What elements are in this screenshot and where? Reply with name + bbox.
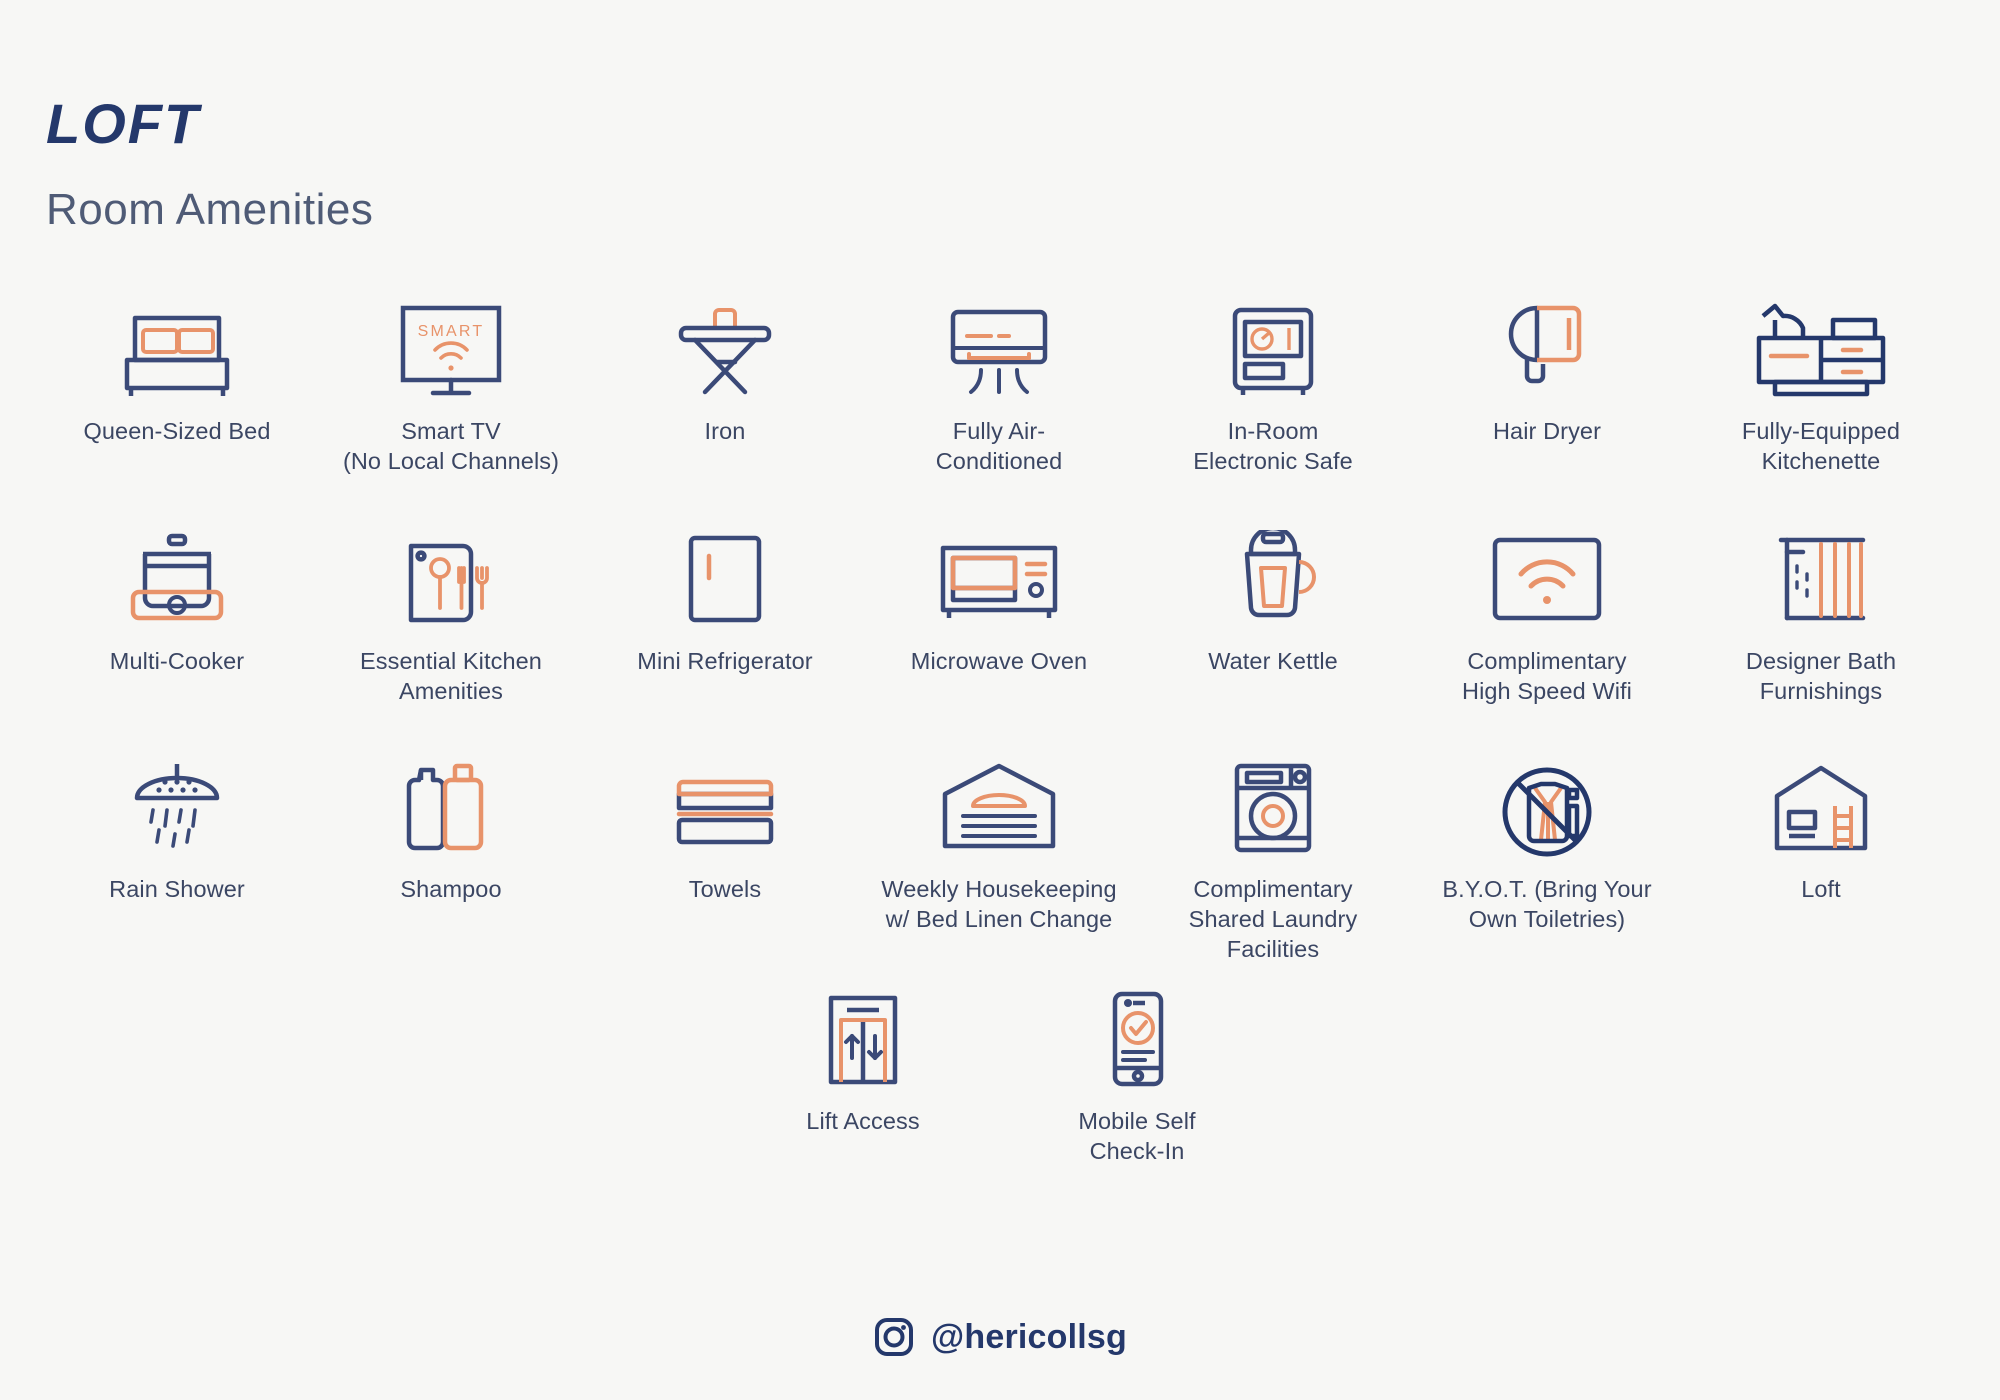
amenity-label: Microwave Oven [910,648,1088,674]
amenity-item: In-Room Electronic Safe [1136,296,1410,526]
page-subtitle: Room Amenities [46,185,374,234]
page-header: LOFT Room Amenities [46,96,373,232]
multi-cooker-icon [111,526,243,630]
bed-icon [111,296,243,400]
amenity-item: Water Kettle [1136,526,1410,754]
no-toiletries-icon [1481,754,1613,858]
lift-icon [797,986,929,1090]
shower-curtain-icon [1755,526,1887,630]
amenities-row-3: Rain Shower Shampoo Towels Weekly Housek… [40,754,1960,986]
amenity-item: Hair Dryer [1410,296,1684,526]
cutlery-board-icon [385,526,517,630]
amenity-label: Iron [704,418,746,444]
amenities-page: LOFT Room Amenities Queen-Sized Bed SMAR… [0,0,2000,1400]
safe-icon [1207,296,1339,400]
amenity-label: Towels [688,876,762,902]
amenities-row-2: Multi-Cooker Essential Kitchen Amenities… [40,526,1960,754]
amenity-label: Weekly Housekeeping w/ Bed Linen Change [881,876,1117,933]
amenity-label: Designer Bath Furnishings [1745,648,1897,705]
page-title: LOFT [46,92,201,155]
amenity-item: Lift Access [726,986,1000,1196]
mobile-checkin-icon [1071,986,1203,1090]
amenities-row-4: Lift Access Mobile Self Check-In [40,986,1960,1196]
amenity-label: Hair Dryer [1492,418,1602,444]
amenity-label: Multi-Cooker [109,648,245,674]
amenity-item: Rain Shower [40,754,314,986]
smart-tv-icon: SMART [385,296,517,400]
amenities-row-1: Queen-Sized Bed SMART Smart TV (No Local… [40,296,1960,526]
towels-icon [659,754,791,858]
amenity-item: B.Y.O.T. (Bring Your Own Toiletries) [1410,754,1684,986]
amenity-label: Fully Air- Conditioned [935,418,1063,475]
microwave-icon [929,526,1069,630]
amenity-label: Mobile Self Check-In [1078,1108,1196,1165]
amenity-item: Multi-Cooker [40,526,314,754]
instagram-handle[interactable]: @hericollsg [931,1318,1127,1357]
loft-house-icon [1755,754,1887,858]
amenity-item: Loft [1684,754,1958,986]
amenity-label: Fully-Equipped Kitchenette [1741,418,1901,475]
mini-fridge-icon [659,526,791,630]
amenity-label: Loft [1801,876,1841,902]
amenity-item: Microwave Oven [862,526,1136,754]
amenity-label: Smart TV (No Local Channels) [342,418,560,475]
amenity-item: Mini Refrigerator [588,526,862,754]
rain-shower-icon [111,754,243,858]
amenity-label: Lift Access [806,1108,920,1134]
amenity-label: Mini Refrigerator [637,648,813,674]
amenity-label: Complimentary Shared Laundry Facilities [1188,876,1358,963]
housekeeping-bed-icon [929,754,1069,858]
amenity-item: Weekly Housekeeping w/ Bed Linen Change [862,754,1136,986]
amenity-item: Mobile Self Check-In [1000,986,1274,1196]
amenity-label: Rain Shower [109,876,245,902]
amenity-item: Queen-Sized Bed [40,296,314,526]
amenity-label: Essential Kitchen Amenities [360,648,542,705]
kitchenette-icon [1745,296,1897,400]
amenity-item: Shampoo [314,754,588,986]
amenity-item: Fully-Equipped Kitchenette [1684,296,1958,526]
amenity-item: Essential Kitchen Amenities [314,526,588,754]
amenity-item: Towels [588,754,862,986]
hair-dryer-icon [1481,296,1613,400]
amenity-item: Iron [588,296,862,526]
amenities-grid: Queen-Sized Bed SMART Smart TV (No Local… [40,296,1960,1196]
kettle-icon [1207,526,1339,630]
amenity-label: Shampoo [400,876,502,902]
amenity-label: Complimentary High Speed Wifi [1462,648,1632,705]
footer: @hericollsg [0,1316,2000,1358]
instagram-icon[interactable] [873,1316,915,1358]
amenity-label: Queen-Sized Bed [83,418,271,444]
amenity-item: Complimentary High Speed Wifi [1410,526,1684,754]
amenity-label: In-Room Electronic Safe [1193,418,1353,475]
shampoo-bottles-icon [385,754,517,858]
svg-text:SMART: SMART [418,323,485,340]
iron-icon [659,296,791,400]
amenity-item: Designer Bath Furnishings [1684,526,1958,754]
washing-machine-icon [1207,754,1339,858]
amenity-item: SMART Smart TV (No Local Channels) [314,296,588,526]
amenity-item: Fully Air- Conditioned [862,296,1136,526]
air-conditioner-icon [933,296,1065,400]
amenity-item: Complimentary Shared Laundry Facilities [1136,754,1410,986]
amenity-label: B.Y.O.T. (Bring Your Own Toiletries) [1442,876,1652,933]
amenity-label: Water Kettle [1208,648,1338,674]
wifi-icon [1477,526,1617,630]
